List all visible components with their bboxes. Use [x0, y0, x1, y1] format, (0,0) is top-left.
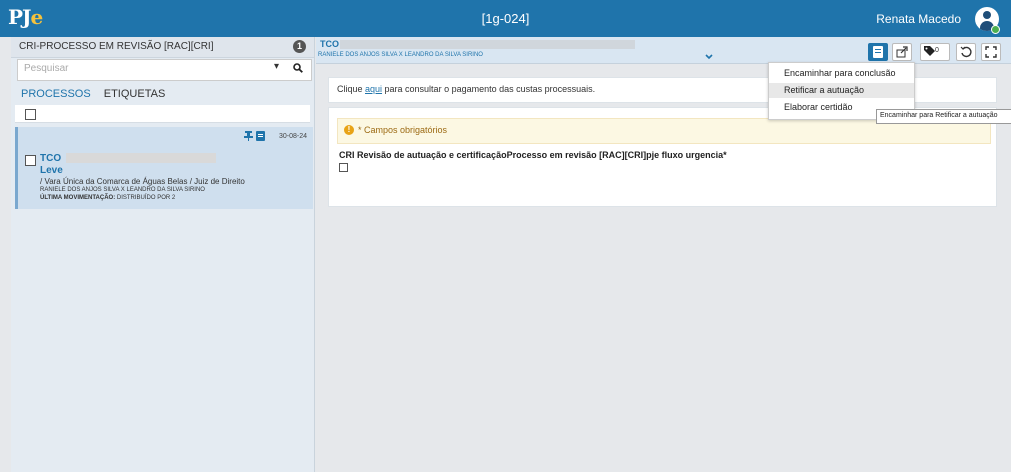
menu-item-label: Retificar a autuação: [784, 85, 865, 95]
redacted-process-number: [66, 153, 216, 163]
last-movement-label: ÚLTIMA MOVIMENTAÇÃO:: [40, 195, 116, 201]
process-type-header[interactable]: TCO: [320, 39, 339, 49]
fullscreen-button[interactable]: [981, 43, 1001, 61]
menu-item-retificar-autuacao[interactable]: Retificar a autuação: [769, 83, 914, 98]
process-parties: RANIELE DOS ANJOS SILVA X LEANDRO DA SIL…: [40, 187, 205, 193]
history-button[interactable]: [956, 43, 976, 61]
document-icon[interactable]: [256, 131, 265, 144]
tooltip: Encaminhar para Retificar a autuação: [876, 109, 1011, 124]
queue-title: CRI-PROCESSO EM REVISÃO [RAC][CRI]: [19, 41, 214, 52]
last-movement-value: DISTRIBUÍDO POR 2: [116, 195, 176, 201]
process-list-panel: CRI-PROCESSO EM REVISÃO [RAC][CRI] 1 ▾ P…: [11, 37, 315, 472]
menu-item-encaminhar-conclusao[interactable]: Encaminhar para conclusão: [769, 66, 914, 81]
chevron-down-icon[interactable]: [705, 51, 713, 63]
redacted-process-number-header: [340, 40, 635, 49]
select-all-checkbox[interactable]: [25, 109, 36, 120]
process-date: 30-08-24: [278, 133, 307, 140]
process-parties-header: RANIELE DOS ANJOS SILVA X LEANDRO DA SIL…: [318, 52, 483, 58]
tags-button[interactable]: 0: [920, 43, 950, 61]
notice-text-before: Clique: [337, 84, 366, 94]
tab-etiquetas[interactable]: ETIQUETAS: [104, 88, 166, 100]
tag-count: 0: [935, 47, 939, 54]
menu-item-label: Elaborar certidão: [784, 102, 853, 112]
field-checkbox[interactable]: [339, 163, 348, 172]
process-court: / Vara Única da Comarca de Águas Belas /…: [40, 177, 245, 186]
custas-notice-text: Clique aqui para consultar o pagamento d…: [337, 84, 595, 94]
custas-link[interactable]: aqui: [365, 84, 382, 94]
search-box: ▾: [17, 59, 312, 81]
process-type[interactable]: TCO: [40, 153, 61, 164]
select-all-row: [15, 105, 310, 123]
process-checkbox[interactable]: [25, 155, 36, 166]
list-tabs: PROCESSOS ETIQUETAS: [21, 88, 175, 100]
notice-text-after: para consultar o pagamento das custas pr…: [382, 84, 596, 94]
search-icon[interactable]: [293, 63, 303, 76]
page-title: [1g-024]: [481, 11, 530, 26]
share-button[interactable]: [892, 43, 912, 61]
tab-processos[interactable]: PROCESSOS: [21, 88, 91, 100]
last-movement: ÚLTIMA MOVIMENTAÇÃO: DISTRIBUÍDO POR 2: [40, 195, 175, 201]
pin-icon[interactable]: [244, 131, 253, 144]
process-class: Leve: [40, 165, 63, 176]
search-input[interactable]: [22, 62, 246, 75]
queue-count-badge: 1: [293, 40, 306, 53]
queue-header[interactable]: CRI-PROCESSO EM REVISÃO [RAC][CRI] 1: [11, 37, 314, 58]
warning-icon: !: [344, 125, 354, 135]
online-status-icon: [991, 25, 1000, 34]
field-label: CRI Revisão de autuação e certificaçãoPr…: [339, 150, 727, 160]
tag-icon: [924, 46, 935, 56]
process-card[interactable]: 30-08-24 TCO Leve / Vara Única da Comarc…: [15, 127, 313, 209]
required-fields-text: * Campos obrigatórios: [358, 125, 448, 135]
user-name[interactable]: Renata Macedo: [876, 12, 961, 26]
menu-item-label: Encaminhar para conclusão: [784, 68, 896, 78]
tasks-button[interactable]: [868, 43, 888, 61]
tooltip-text: Encaminhar para Retificar a autuação: [880, 112, 998, 119]
search-filter-dropdown-icon[interactable]: ▾: [274, 61, 279, 72]
top-bar: PJe [1g-024] Renata Macedo: [0, 0, 1011, 37]
process-header: TCO RANIELE DOS ANJOS SILVA X LEANDRO DA…: [316, 37, 1011, 64]
